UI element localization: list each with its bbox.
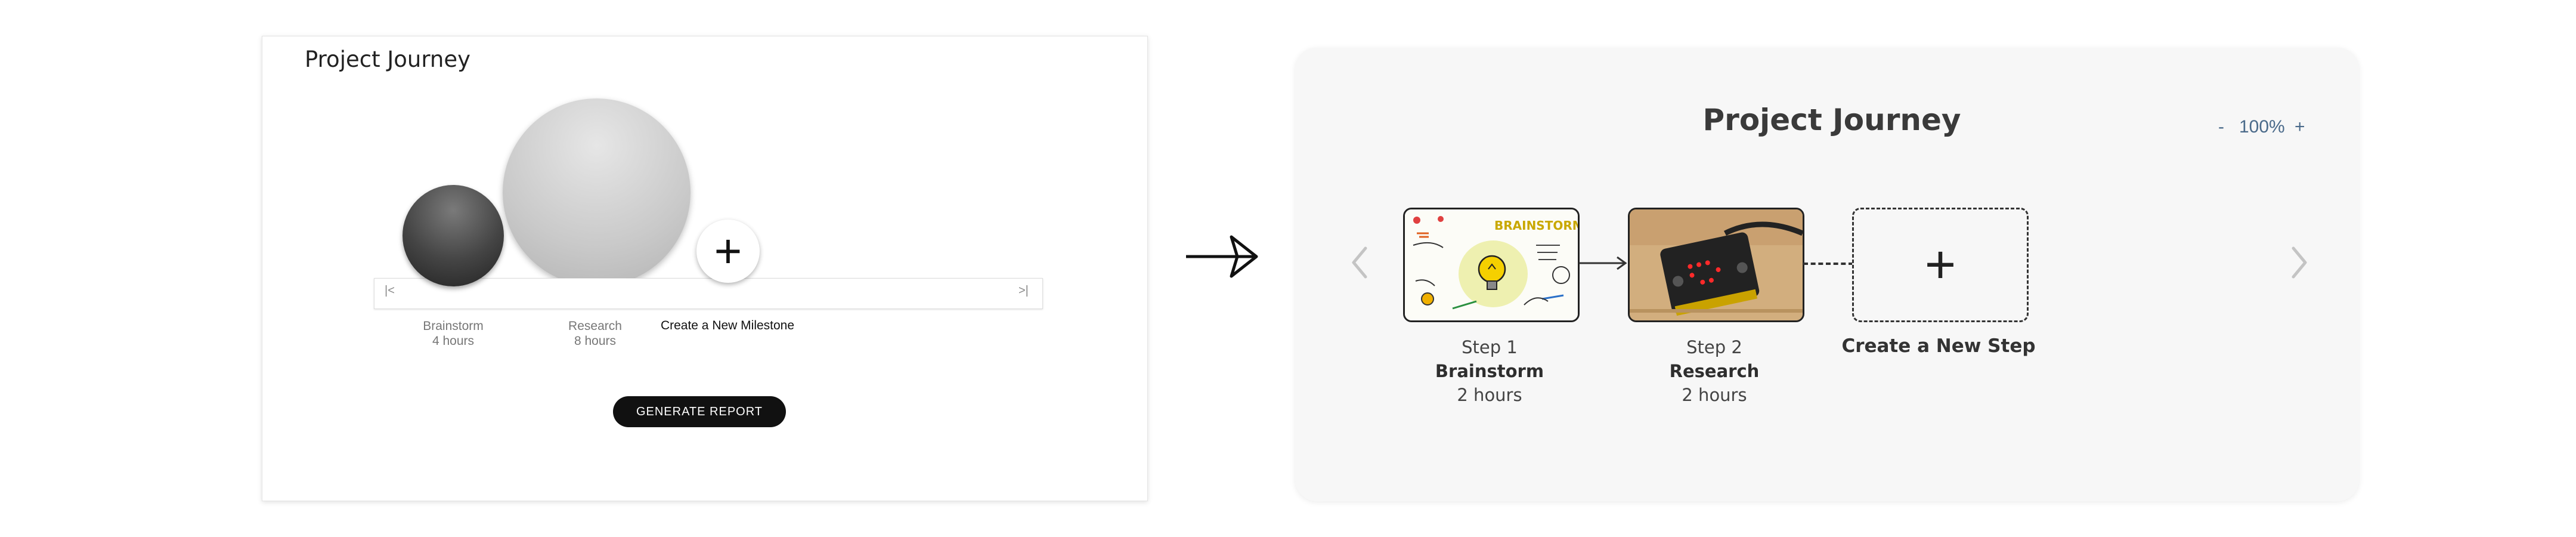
zoom-out-button[interactable]: - [2218, 117, 2224, 137]
new-page-title: Project Journey [1702, 103, 1961, 137]
old-milestone-label: Brainstorm 4 hours [405, 319, 501, 348]
track-start-icon[interactable]: |< [385, 284, 395, 298]
create-new-milestone-label[interactable]: Create a New Milestone [653, 319, 802, 333]
old-milestone-brainstorm-circle[interactable] [402, 185, 504, 286]
arrow-right-icon [1186, 235, 1258, 278]
step-number: Step 1 [1462, 337, 1518, 357]
old-milestone-research-circle[interactable] [503, 98, 691, 286]
plus-icon: + [714, 224, 742, 277]
old-timeline-track[interactable] [374, 278, 1043, 309]
create-new-step-button[interactable]: + [1852, 208, 2029, 322]
step-name: Research [1669, 361, 1760, 381]
step-1-label: Step 1 Brainstorm 2 hours [1400, 335, 1579, 407]
milestone-duration: 4 hours [432, 334, 475, 348]
old-milestone-label: Research 8 hours [547, 319, 643, 348]
generate-report-button[interactable]: GENERATE REPORT [613, 396, 786, 427]
step-connector-arrow [1579, 256, 1627, 270]
chevron-right-icon[interactable] [2289, 245, 2310, 280]
zoom-in-button[interactable]: + [2295, 117, 2305, 137]
chevron-left-icon[interactable] [1349, 245, 1370, 280]
create-new-step-label[interactable]: Create a New Step [1831, 335, 2046, 357]
plus-icon: + [1924, 235, 1956, 295]
milestone-name: Research [568, 319, 622, 333]
zoom-level: 100% [2239, 117, 2285, 137]
step-2-thumbnail[interactable] [1628, 208, 1804, 322]
step-name: Brainstorm [1435, 361, 1544, 381]
milestone-duration: 8 hours [574, 334, 617, 348]
step-number: Step 2 [1686, 337, 1742, 357]
brainstorm-sketch-image: BRAINSTORMING [1405, 209, 1578, 320]
thumbnail-title: BRAINSTORMING [1494, 218, 1578, 233]
old-add-milestone-button[interactable]: + [696, 220, 760, 283]
circuit-board-photo [1630, 209, 1803, 320]
step-1-thumbnail[interactable]: BRAINSTORMING [1403, 208, 1580, 322]
old-page-title: Project Journey [305, 47, 471, 72]
milestone-name: Brainstorm [423, 319, 484, 333]
track-end-icon[interactable]: >| [1018, 284, 1029, 298]
step-duration: 2 hours [1457, 385, 1522, 405]
step-2-label: Step 2 Research 2 hours [1625, 335, 1804, 407]
step-duration: 2 hours [1682, 385, 1747, 405]
step-connector-dashed [1803, 263, 1853, 265]
